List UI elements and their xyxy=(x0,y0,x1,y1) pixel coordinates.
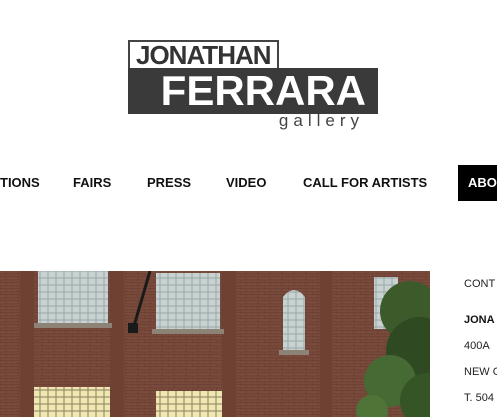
gallery-logo[interactable]: JONATHAN FERRARA gallery xyxy=(128,40,378,132)
nav-item-video[interactable]: VIDEO xyxy=(226,165,266,201)
contact-gallery-name: JONA xyxy=(464,314,495,326)
nav-item-exhibitions[interactable]: TIONS xyxy=(0,165,40,201)
logo-line-jonathan: JONATHAN xyxy=(128,40,279,70)
contact-address-line1: 400A xyxy=(464,340,490,352)
contact-address-line2: NEW O xyxy=(464,366,497,378)
building-image xyxy=(0,271,430,417)
contact-panel: CONT JONA 400A NEW O T. 504 xyxy=(464,271,497,417)
logo-line-gallery: gallery xyxy=(278,111,364,130)
main-navigation: TIONS FAIRS PRESS VIDEO CALL FOR ARTISTS… xyxy=(0,165,497,201)
contact-phone[interactable]: T. 504 xyxy=(464,392,494,404)
logo-line-ferrara: FERRARA xyxy=(128,68,378,114)
nav-item-about[interactable]: ABO xyxy=(458,165,497,201)
gallery-building-photo xyxy=(0,271,430,417)
nav-item-call-for-artists[interactable]: CALL FOR ARTISTS xyxy=(303,165,427,201)
nav-item-press[interactable]: PRESS xyxy=(147,165,191,201)
nav-item-fairs[interactable]: FAIRS xyxy=(73,165,111,201)
contact-heading: CONT xyxy=(464,278,496,290)
